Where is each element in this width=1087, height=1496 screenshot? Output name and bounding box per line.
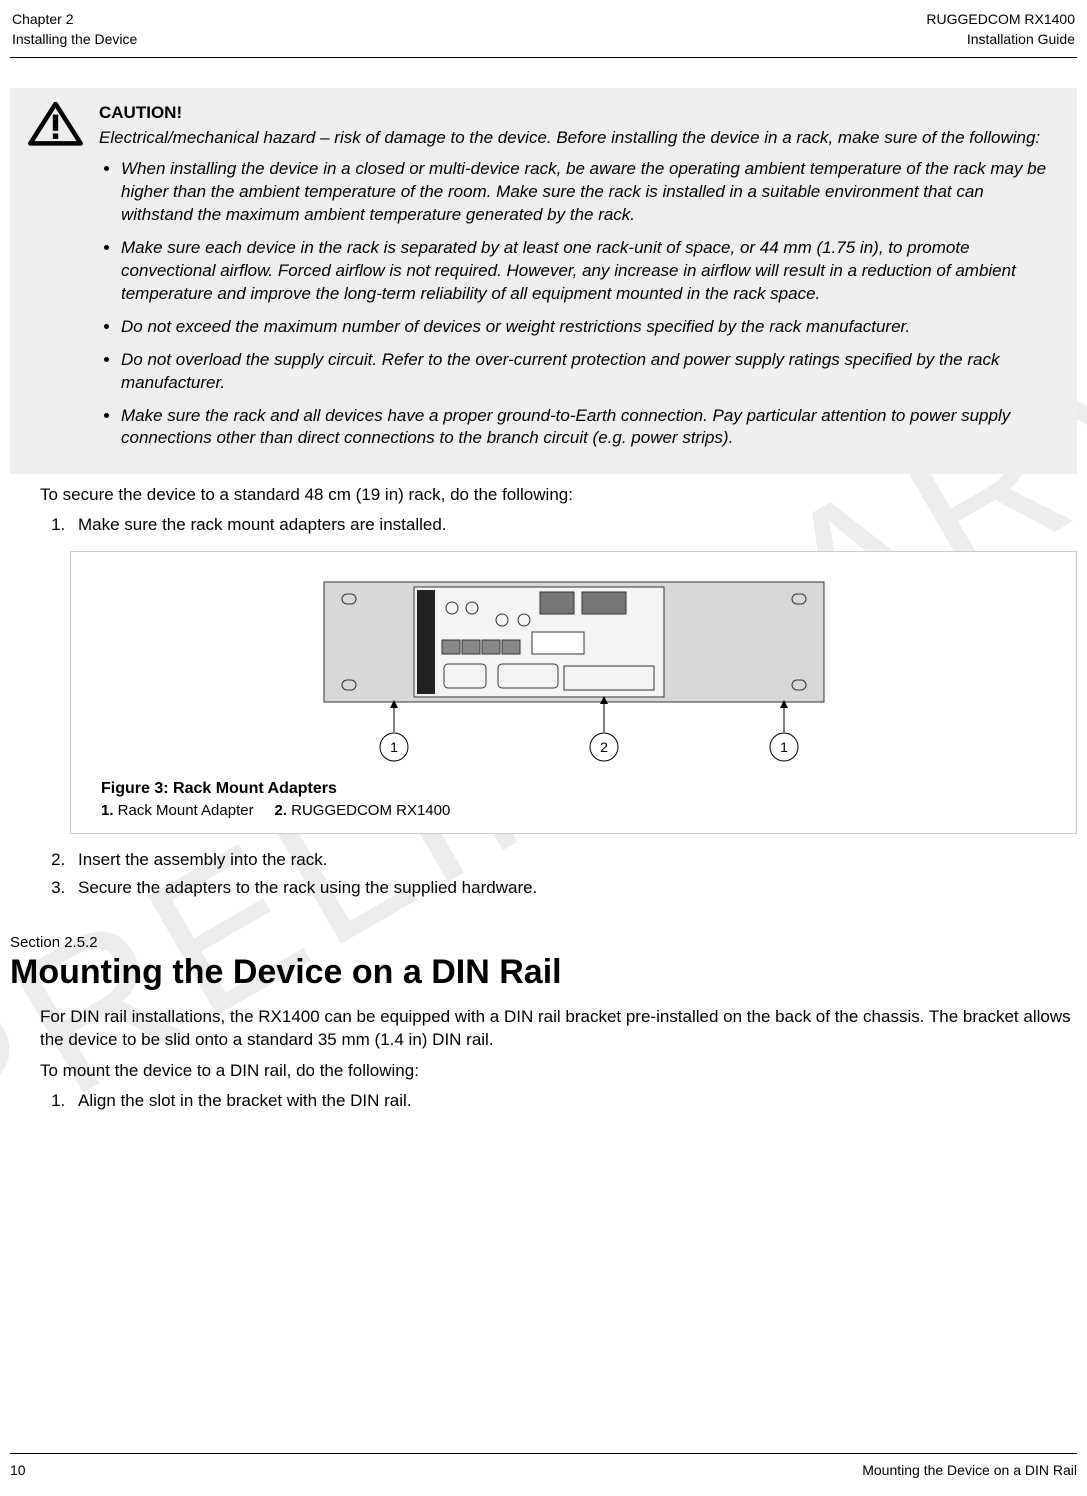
caution-item: Make sure the rack and all devices have …	[121, 405, 1059, 451]
caution-icon	[28, 102, 83, 147]
section-label: Section 2.5.2	[10, 934, 1077, 951]
legend-1-num: 1.	[101, 802, 114, 819]
caution-item: Do not overload the supply circuit. Refe…	[121, 349, 1059, 395]
header-right: RUGGEDCOM RX1400 Installation Guide	[926, 10, 1075, 49]
section-title: Mounting the Device on a DIN Rail	[10, 953, 1077, 992]
caution-title: CAUTION!	[99, 102, 1059, 125]
figure-caption: Figure 3: Rack Mount Adapters	[101, 780, 1046, 798]
header-left: Chapter 2 Installing the Device	[12, 10, 137, 49]
legend-1-text: Rack Mount Adapter	[114, 802, 254, 819]
legend-2-num: 2.	[274, 802, 287, 819]
caution-content: CAUTION! Electrical/mechanical hazard – …	[99, 102, 1059, 460]
caution-list: When installing the device in a closed o…	[99, 158, 1059, 450]
din-p1: For DIN rail installations, the RX1400 c…	[40, 1006, 1077, 1052]
footer-section-title: Mounting the Device on a DIN Rail	[862, 1462, 1077, 1478]
callout-2: 2	[600, 739, 608, 755]
din-step-1: Align the slot in the bracket with the D…	[70, 1091, 1077, 1111]
rack-step-3: Secure the adapters to the rack using th…	[70, 878, 1077, 898]
legend-2-text: RUGGEDCOM RX1400	[287, 802, 450, 819]
din-steps: Align the slot in the bracket with the D…	[70, 1091, 1077, 1111]
rack-steps-2: Insert the assembly into the rack. Secur…	[70, 850, 1077, 898]
rack-step-2: Insert the assembly into the rack.	[70, 850, 1077, 870]
caution-item: Make sure each device in the rack is sep…	[121, 237, 1059, 306]
caution-box: CAUTION! Electrical/mechanical hazard – …	[10, 88, 1077, 474]
callout-1-left: 1	[390, 739, 398, 755]
rack-intro-text: To secure the device to a standard 48 cm…	[40, 484, 1077, 507]
caution-item: When installing the device in a closed o…	[121, 158, 1059, 227]
callout-1-right: 1	[780, 739, 788, 755]
caution-item: Do not exceed the maximum number of devi…	[121, 316, 1059, 339]
header-doc-type: Installation Guide	[926, 30, 1075, 50]
header-chapter-title: Installing the Device	[12, 30, 137, 50]
page-footer: 10 Mounting the Device on a DIN Rail	[10, 1453, 1077, 1478]
figure-image: 1 2 1	[101, 572, 1046, 772]
din-p2: To mount the device to a DIN rail, do th…	[40, 1060, 1077, 1083]
rack-step-1: Make sure the rack mount adapters are in…	[70, 515, 1077, 535]
figure-box: 1 2 1 Figure 3: Rack Mount Adapters 1. R…	[70, 551, 1077, 834]
page-number: 10	[10, 1462, 26, 1478]
header-chapter: Chapter 2	[12, 10, 137, 30]
caution-intro: Electrical/mechanical hazard – risk of d…	[99, 127, 1059, 150]
header-product: RUGGEDCOM RX1400	[926, 10, 1075, 30]
figure-legend: 1. Rack Mount Adapter 2. RUGGEDCOM RX140…	[101, 802, 1046, 819]
rack-steps-1: Make sure the rack mount adapters are in…	[70, 515, 1077, 535]
page-header: Chapter 2 Installing the Device RUGGEDCO…	[10, 10, 1077, 58]
